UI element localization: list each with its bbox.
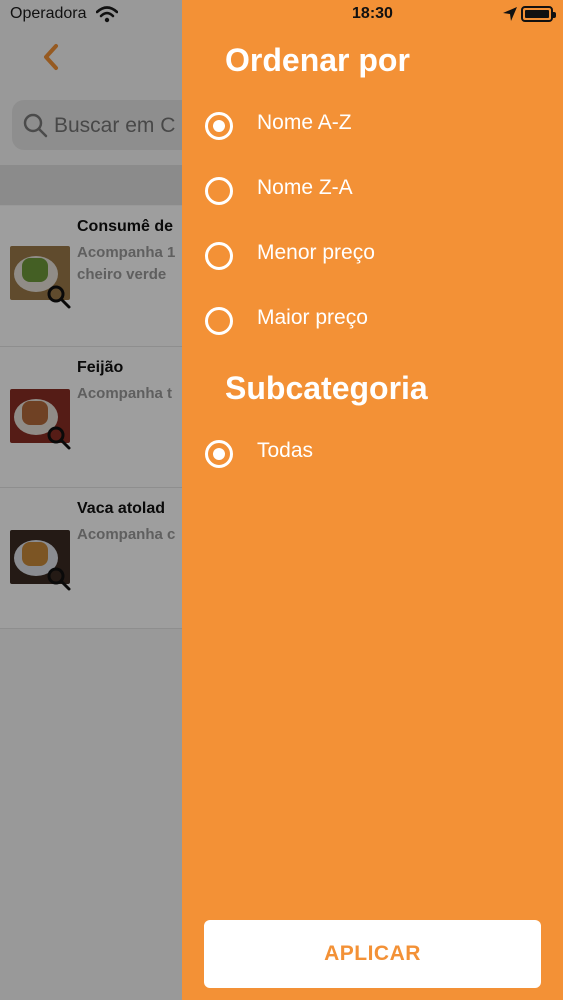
option-label: Nome Z-A [257, 176, 353, 199]
subcategory-option-all[interactable]: Todas [205, 436, 535, 476]
option-label: Menor preço [257, 241, 375, 264]
carrier-label: Operadora [10, 5, 87, 22]
radio-unselected-icon[interactable] [205, 242, 233, 270]
sort-section-title: Ordenar por [225, 42, 410, 78]
dim-overlay[interactable] [0, 0, 182, 1000]
sort-option-lowest-price[interactable]: Menor preço [205, 238, 535, 278]
location-arrow-icon [503, 7, 517, 21]
option-label: Maior preço [257, 306, 368, 329]
radio-selected-icon[interactable] [205, 112, 233, 140]
option-label: Nome A-Z [257, 111, 352, 134]
battery-icon [521, 6, 556, 22]
radio-unselected-icon[interactable] [205, 177, 233, 205]
radio-unselected-icon[interactable] [205, 307, 233, 335]
option-label: Todas [257, 439, 314, 462]
sort-option-name-za[interactable]: Nome Z-A [205, 173, 535, 213]
sort-option-name-az[interactable]: Nome A-Z [205, 108, 535, 148]
subcategory-section-title: Subcategoria [225, 370, 428, 406]
wifi-icon [96, 6, 118, 23]
radio-selected-icon[interactable] [205, 440, 233, 468]
sort-option-highest-price[interactable]: Maior preço [205, 303, 535, 343]
apply-button[interactable]: APLICAR [204, 920, 541, 988]
filter-drawer: 18:30 Ordenar por Nome A-Z Nome Z-A Meno… [182, 0, 563, 1000]
